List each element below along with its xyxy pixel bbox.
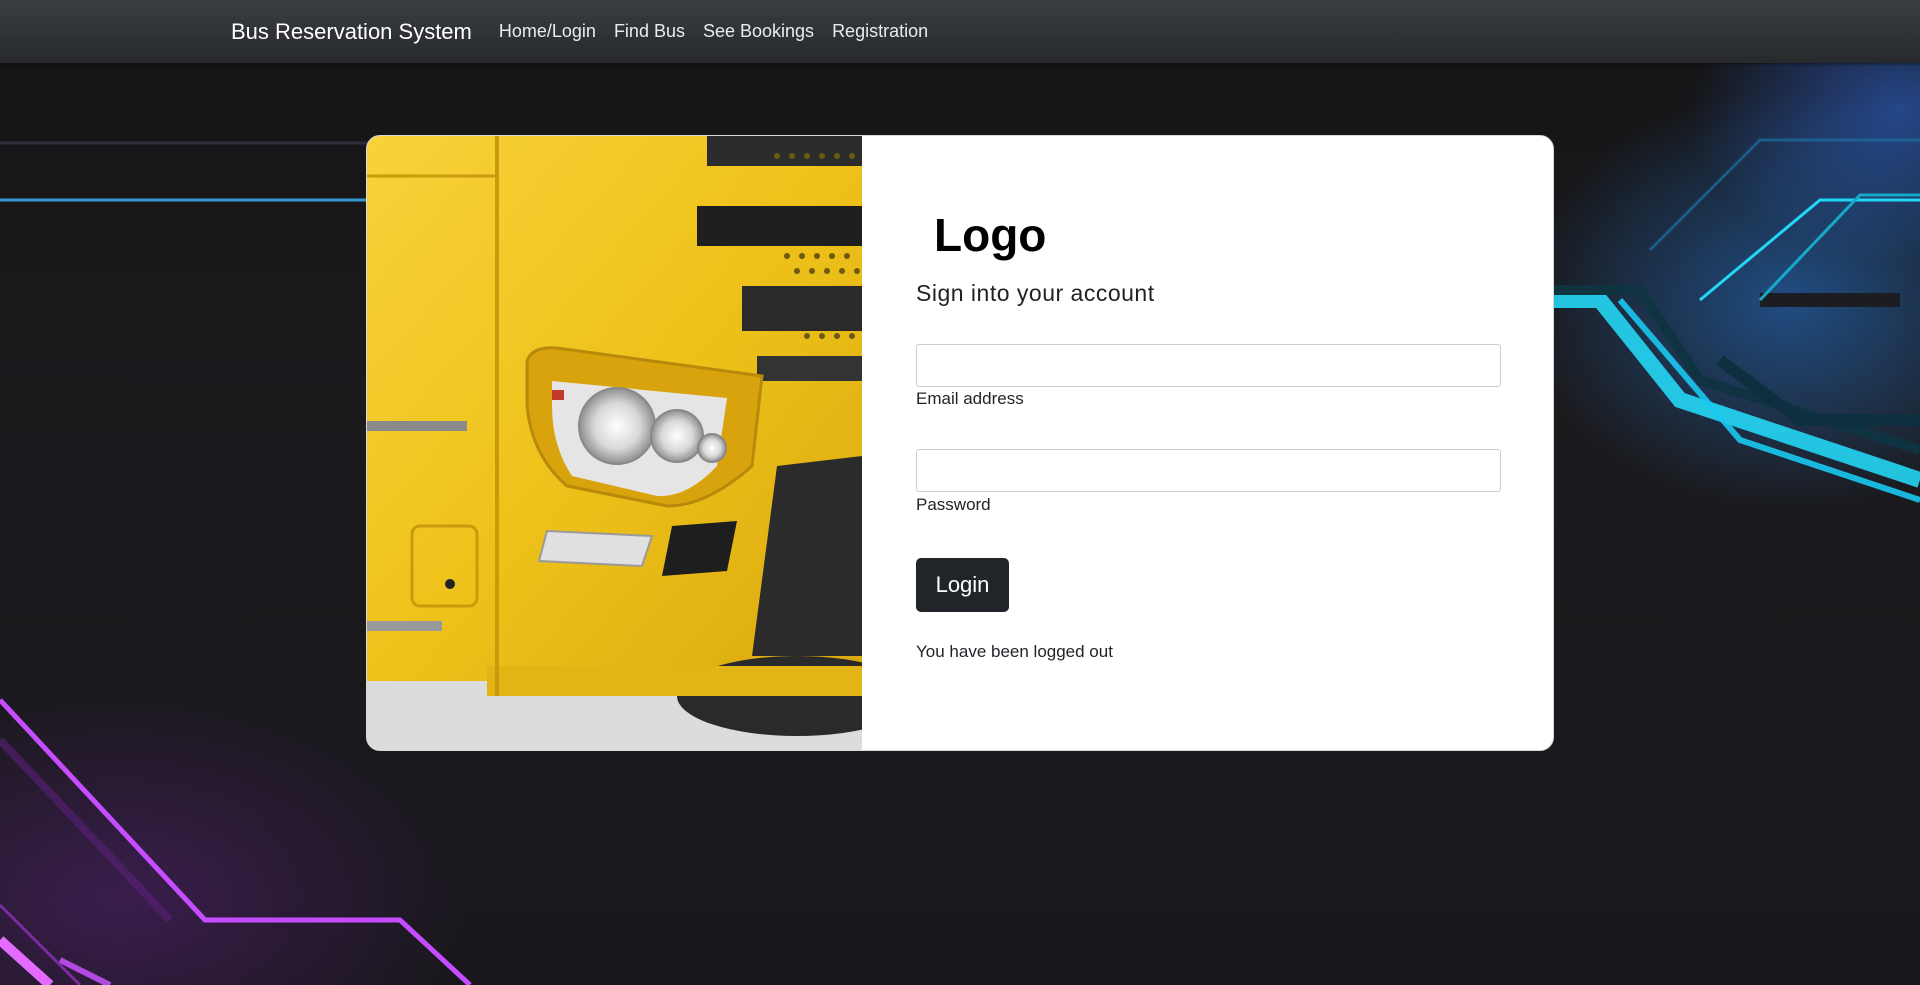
nav-link-home-login[interactable]: Home/Login <box>499 21 596 42</box>
login-button[interactable]: Login <box>916 558 1009 612</box>
password-field[interactable] <box>916 449 1501 492</box>
nav-link-see-bookings[interactable]: See Bookings <box>703 21 814 42</box>
password-label: Password <box>916 495 991 514</box>
bus-front-image <box>367 136 862 750</box>
login-card: Logo Sign into your account Email addres… <box>366 135 1554 751</box>
brand-link[interactable]: Bus Reservation System <box>231 19 472 45</box>
logout-status-message: You have been logged out <box>916 642 1113 661</box>
top-navbar: Bus Reservation System Home/Login Find B… <box>0 0 1920 63</box>
login-form: Logo Sign into your account Email addres… <box>862 136 1553 750</box>
email-field[interactable] <box>916 344 1501 387</box>
nav-link-registration[interactable]: Registration <box>832 21 928 42</box>
nav-link-find-bus[interactable]: Find Bus <box>614 21 685 42</box>
logo: Logo <box>934 209 1047 261</box>
sign-in-subtitle: Sign into your account <box>916 280 1155 306</box>
email-label: Email address <box>916 389 1024 408</box>
